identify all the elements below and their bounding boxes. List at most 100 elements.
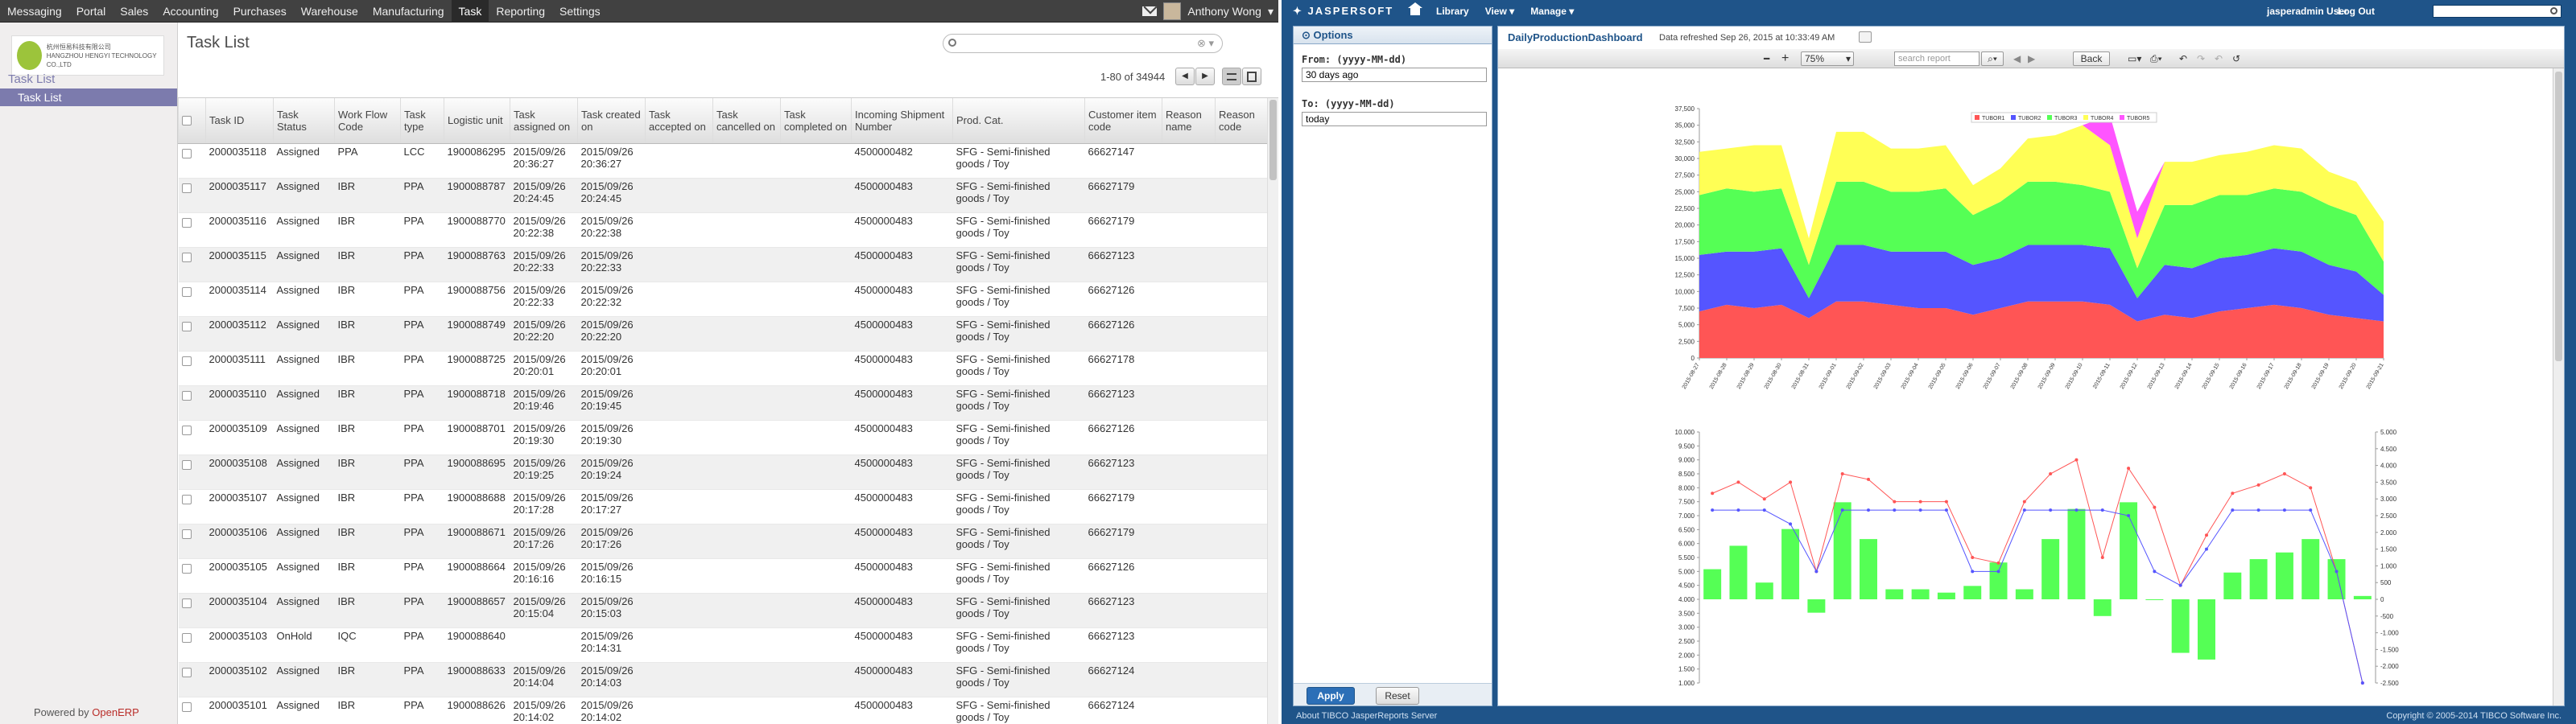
column-header-customer-item-code[interactable]: Customer item code: [1084, 98, 1162, 144]
column-header-reason-name[interactable]: Reason name: [1162, 98, 1216, 144]
table-row[interactable]: 2000035103 OnHold IQC PPA 1900088640 2015/09/…: [178, 627, 1278, 663]
column-header-incoming-shipment-number[interactable]: Incoming Shipment Number: [851, 98, 953, 144]
column-header-logistic-unit[interactable]: Logistic unit: [444, 98, 510, 144]
row-checkbox[interactable]: [181, 494, 192, 504]
nav-manage[interactable]: Manage ▾: [1530, 6, 1574, 17]
table-row[interactable]: 2000035101 Assigned IBR PPA 1900088626 2015/0…: [178, 697, 1278, 724]
row-checkbox[interactable]: [181, 667, 192, 677]
menu-portal[interactable]: Portal: [69, 0, 114, 23]
export-icon[interactable]: ⎙▾: [2150, 51, 2162, 66]
chevron-down-icon[interactable]: ▾: [1268, 5, 1274, 19]
row-checkbox[interactable]: [181, 563, 192, 574]
to-date-field[interactable]: [1302, 112, 1487, 126]
from-date-field[interactable]: [1302, 68, 1487, 82]
mail-icon[interactable]: [1142, 6, 1158, 16]
redo-icon[interactable]: ↷: [2197, 51, 2205, 66]
jasper-user[interactable]: jasperadmin User: [2267, 6, 2348, 17]
form-view-button[interactable]: [1242, 68, 1261, 85]
jasper-logo[interactable]: ✦ JASPERSOFT: [1293, 5, 1393, 18]
menu-settings[interactable]: Settings: [552, 0, 608, 23]
list-view-button[interactable]: [1222, 68, 1241, 85]
undo-all-icon[interactable]: ↶: [2215, 51, 2223, 66]
table-row[interactable]: 2000035104 Assigned IBR PPA 1900088657 2015/0…: [178, 593, 1278, 628]
save-icon[interactable]: ▭▾: [2128, 51, 2141, 66]
column-header-prod-cat[interactable]: Prod. Cat.: [952, 98, 1085, 144]
report-scrollbar[interactable]: [2553, 68, 2564, 705]
menu-sales[interactable]: Sales: [113, 0, 155, 23]
scrollbar-thumb[interactable]: [1269, 100, 1277, 180]
zoom-out-button[interactable]: ━: [1764, 51, 1769, 66]
row-checkbox[interactable]: [181, 529, 192, 539]
row-checkbox[interactable]: [181, 632, 192, 643]
back-button[interactable]: Back: [2073, 51, 2110, 66]
pager-previous-button[interactable]: ◀: [1175, 68, 1195, 85]
company-logo[interactable]: 杭州恒易科技有限公司 HANGZHOU HENGYI TECHNOLOGY CO…: [11, 35, 164, 76]
user-menu[interactable]: Anthony Wong: [1187, 5, 1261, 18]
search-next-button[interactable]: ▶: [2028, 51, 2035, 66]
pager-value[interactable]: 1-80 of 34944: [1100, 71, 1165, 83]
row-checkbox[interactable]: [181, 217, 192, 228]
zoom-in-button[interactable]: +: [1781, 51, 1789, 66]
column-header-task-completed-on[interactable]: Task completed on: [780, 98, 852, 144]
row-checkbox[interactable]: [181, 183, 192, 193]
table-row[interactable]: 2000035106 Assigned IBR PPA 1900088671 2015/0…: [178, 524, 1278, 559]
table-row[interactable]: 2000035102 Assigned IBR PPA 1900088633 2015/0…: [178, 662, 1278, 697]
column-header-task-type[interactable]: Task type: [400, 98, 444, 144]
table-row[interactable]: 2000035110 Assigned IBR PPA 1900088718 2015/0…: [178, 385, 1278, 421]
menu-purchases[interactable]: Purchases: [226, 0, 294, 23]
apply-button[interactable]: Apply: [1307, 687, 1355, 705]
refresh-icon[interactable]: [1859, 31, 1872, 43]
table-row[interactable]: 2000035105 Assigned IBR PPA 1900088664 2015/0…: [178, 558, 1278, 594]
zoom-select[interactable]: 75% ▾: [1801, 51, 1854, 66]
table-row[interactable]: 2000035117 Assigned IBR PPA 1900088787 2015/0…: [178, 178, 1278, 213]
column-header-task-accepted-on[interactable]: Task accepted on: [645, 98, 713, 144]
search-previous-button[interactable]: ◀: [2013, 51, 2021, 66]
row-checkbox[interactable]: [181, 148, 192, 158]
menu-accounting[interactable]: Accounting: [155, 0, 225, 23]
report-search-input[interactable]: search report: [1894, 51, 1979, 66]
scrollbar-thumb[interactable]: [2555, 72, 2562, 361]
menu-warehouse[interactable]: Warehouse: [294, 0, 365, 23]
table-scrollbar[interactable]: [1267, 98, 1278, 724]
select-all-checkbox[interactable]: [182, 116, 192, 126]
table-row[interactable]: 2000035108 Assigned IBR PPA 1900088695 2015/0…: [178, 455, 1278, 490]
table-row[interactable]: 2000035114 Assigned IBR PPA 1900088756 2015/0…: [178, 282, 1278, 317]
sidebar-item-task-list[interactable]: Task List: [0, 88, 177, 106]
row-checkbox[interactable]: [181, 286, 192, 297]
table-row[interactable]: 2000035112 Assigned IBR PPA 1900088749 2015/0…: [178, 316, 1278, 352]
menu-reporting[interactable]: Reporting: [489, 0, 552, 23]
table-row[interactable]: 2000035116 Assigned IBR PPA 1900088770 2015/0…: [178, 212, 1278, 248]
menu-task[interactable]: Task: [451, 0, 489, 23]
row-checkbox[interactable]: [181, 459, 192, 470]
table-row[interactable]: 2000035107 Assigned IBR PPA 1900088688 2015/0…: [178, 489, 1278, 524]
pager-next-button[interactable]: ▶: [1195, 68, 1215, 85]
search-input[interactable]: ⊗ ▾: [943, 34, 1223, 53]
column-header-task-cancelled-on[interactable]: Task cancelled on: [712, 98, 781, 144]
reset-button[interactable]: Reset: [1376, 687, 1419, 705]
about-link[interactable]: About TIBCO JasperReports Server: [1296, 711, 1437, 721]
row-checkbox[interactable]: [181, 598, 192, 608]
undo-icon[interactable]: ↶: [2179, 51, 2187, 66]
row-checkbox[interactable]: [181, 252, 192, 262]
avatar[interactable]: [1163, 2, 1182, 20]
search-options-icon[interactable]: ⊗ ▾: [1197, 37, 1214, 50]
report-search-button[interactable]: ⌕▾: [1981, 51, 2004, 66]
row-checkbox[interactable]: [181, 701, 192, 712]
logout-link[interactable]: Log Out: [2338, 6, 2375, 17]
menu-messaging[interactable]: Messaging: [0, 0, 69, 23]
table-row[interactable]: 2000035115 Assigned IBR PPA 1900088763 2015/0…: [178, 247, 1278, 282]
row-checkbox[interactable]: [181, 390, 192, 401]
column-header-work-flow-code[interactable]: Work Flow Code: [334, 98, 401, 144]
table-row[interactable]: 2000035118 Assigned PPA LCC 1900086295 2015/0…: [178, 143, 1278, 179]
table-row[interactable]: 2000035109 Assigned IBR PPA 1900088701 2015/0…: [178, 420, 1278, 455]
row-checkbox[interactable]: [181, 321, 192, 331]
options-header[interactable]: ⊙ Options: [1294, 27, 1492, 44]
nav-library[interactable]: Library: [1436, 6, 1469, 17]
column-header-task-assigned-on[interactable]: Task assigned on: [510, 98, 578, 144]
column-header-task-created-on[interactable]: Task created on: [577, 98, 646, 144]
home-icon[interactable]: [1408, 2, 1422, 15]
column-header-task-id[interactable]: Task ID: [205, 98, 274, 144]
row-checkbox[interactable]: [181, 425, 192, 435]
menu-manufacturing[interactable]: Manufacturing: [365, 0, 452, 23]
column-header-task-status[interactable]: Task Status: [273, 98, 335, 144]
